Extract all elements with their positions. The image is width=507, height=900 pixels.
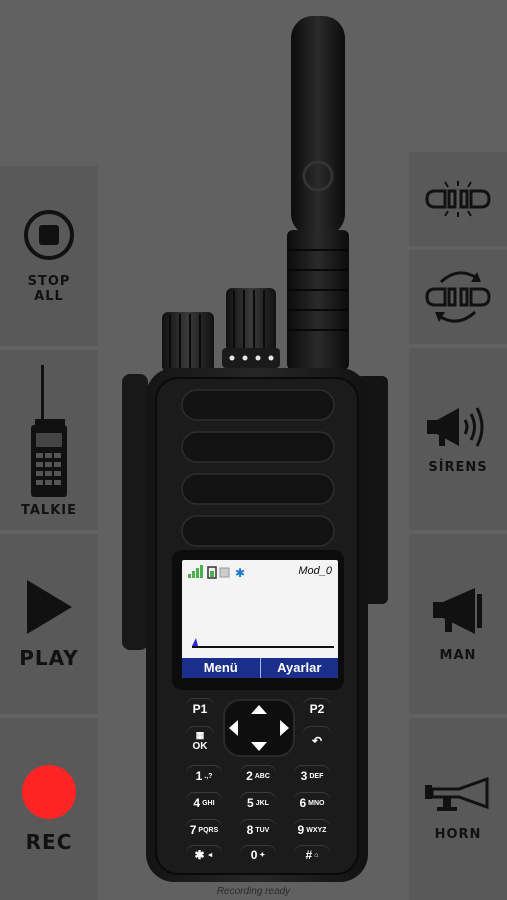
radio-screen: ✱ Mod_0 Menü Ayarlar [182, 560, 338, 678]
key-7[interactable]: 7 PQRS [186, 819, 222, 841]
play-icon [27, 580, 72, 634]
play-label: PLAY [19, 646, 79, 670]
man-button[interactable]: MAN [409, 534, 507, 714]
softkey-settings[interactable]: Ayarlar [261, 658, 339, 678]
back-key[interactable]: ↶ [303, 726, 331, 756]
talkie-label: TALKIE [21, 502, 77, 518]
key-6[interactable]: 6 MNO [294, 792, 330, 814]
key-3[interactable]: 3 DEF [294, 765, 330, 787]
stop-all-label-line2: ALL [34, 289, 64, 304]
status-text: Recording ready [216, 886, 291, 897]
stop-icon [24, 210, 74, 260]
volume-meter [192, 638, 334, 648]
svg-text:✱: ✱ [235, 566, 245, 579]
key-1[interactable]: 1.,? [186, 765, 222, 787]
key-8[interactable]: 8 TUV [240, 819, 276, 841]
stop-all-label-line1: STOP [27, 274, 71, 289]
softkey-menu[interactable]: Menü [182, 658, 261, 678]
play-button[interactable]: PLAY [0, 534, 98, 714]
megaphone-icon [433, 587, 482, 634]
p2-key[interactable]: P2 [303, 698, 331, 720]
siren-speaker-icon [427, 406, 484, 447]
sirens-button[interactable]: SİRENS [409, 348, 507, 530]
walkie-talkie-icon [31, 364, 67, 497]
key-4[interactable]: 4 GHI [186, 792, 222, 814]
stop-all-button[interactable]: STOP ALL [0, 166, 98, 346]
sirens-label: SİRENS [428, 459, 488, 475]
record-icon [22, 765, 76, 819]
horn-label: HORN [434, 826, 482, 842]
channel-name: Mod_0 [298, 565, 332, 577]
key-star[interactable]: ✱ ◄ [186, 845, 222, 865]
man-label: MAN [439, 647, 477, 663]
rec-label: REC [25, 830, 73, 854]
key-5[interactable]: 5 JKL [240, 792, 276, 814]
key-0[interactable]: 0 ✦ [240, 845, 276, 865]
lightbar-icon [425, 181, 491, 217]
lightbar-rotate-button[interactable] [409, 250, 507, 344]
talkie-button[interactable]: TALKIE [0, 350, 98, 530]
lightbar-button[interactable] [409, 152, 507, 246]
key-9[interactable]: 9 WXYZ [294, 819, 330, 841]
key-hash[interactable]: # ⌂ [294, 845, 330, 865]
horn-button[interactable]: HORN [409, 718, 507, 900]
horn-icon [425, 776, 489, 811]
key-2[interactable]: 2 ABC [240, 765, 276, 787]
p1-key[interactable]: P1 [186, 698, 214, 720]
lightbar-rotate-icon [425, 271, 491, 323]
ok-key[interactable]: ▦ OK [186, 726, 214, 756]
signal-battery-icons: ✱ [188, 565, 245, 579]
rec-button[interactable]: REC [0, 718, 98, 900]
